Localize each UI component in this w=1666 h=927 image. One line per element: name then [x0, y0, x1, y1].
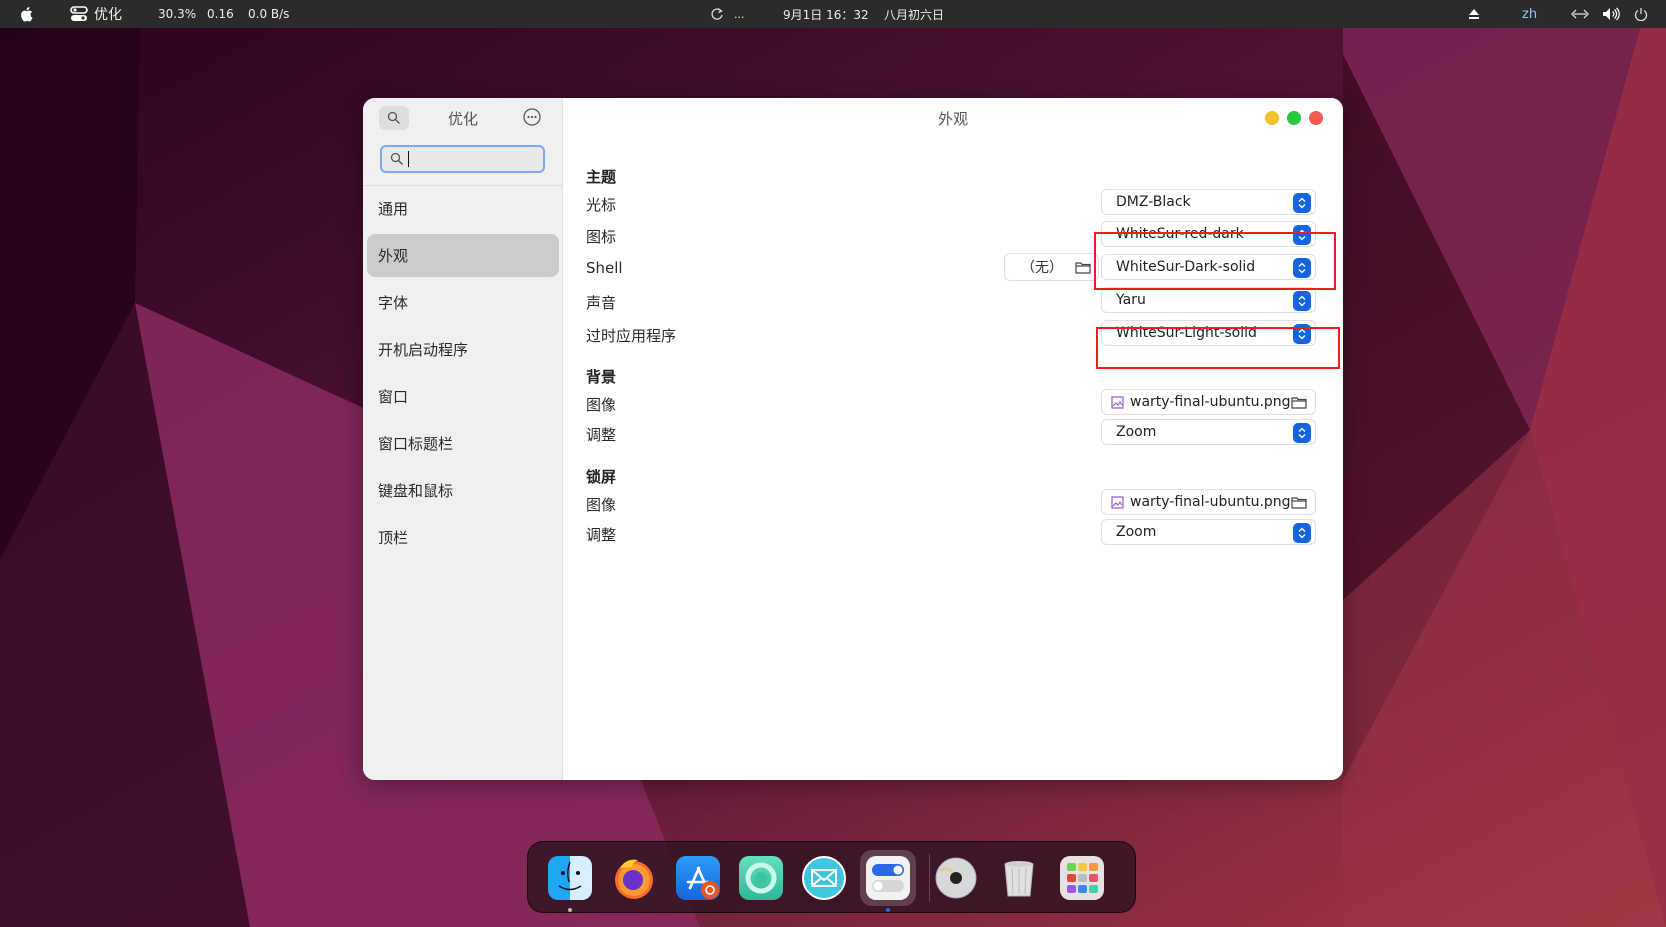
lockscreen-adjust-label: 调整 [586, 526, 617, 544]
dock-disc[interactable] [934, 856, 978, 900]
dock-trash[interactable] [997, 856, 1041, 900]
dock-finder[interactable] [548, 856, 592, 900]
folder-icon [1291, 496, 1307, 513]
search-input[interactable] [413, 151, 533, 167]
sidebar-item-startup-apps[interactable]: 开机启动程序 [367, 328, 559, 371]
load-average: 0.16 [207, 7, 234, 21]
top-bar: 优化 30.3% 0.16 0.0 B/s ... 9月1日 16：32 八月初… [0, 0, 1666, 28]
highlight-box-icons-shell [1094, 232, 1336, 290]
sound-theme-select[interactable]: Yaru [1101, 287, 1316, 313]
shell-label: Shell [586, 259, 623, 277]
sidebar-item-top-bar[interactable]: 顶栏 [367, 516, 559, 559]
sidebar-item-appearance[interactable]: 外观 [367, 234, 559, 277]
highlight-box-legacy [1096, 327, 1340, 369]
more-icon [523, 108, 541, 126]
sidebar-item-window-titlebars[interactable]: 窗口标题栏 [367, 422, 559, 465]
tweaks-menu[interactable]: 优化 [70, 0, 122, 28]
running-indicator [886, 908, 890, 912]
refresh-icon [711, 7, 723, 20]
background-adjust-label: 调整 [586, 426, 617, 444]
shell-file-chooser[interactable]: （无） [1004, 253, 1099, 281]
network-icon[interactable] [1571, 0, 1589, 28]
app-grid-icon [1067, 863, 1098, 893]
image-file-icon [1111, 395, 1124, 409]
input-method[interactable]: zh [1522, 0, 1537, 28]
cpu-usage: 30.3% [158, 7, 197, 21]
lockscreen-image-chooser[interactable]: warty-final-ubuntu.png [1101, 489, 1316, 515]
icons-label: 图标 [586, 228, 617, 246]
background-image-label: 图像 [586, 396, 617, 414]
page-title: 外观 [937, 110, 968, 128]
dock-tweaks[interactable] [866, 856, 910, 900]
maximize-button[interactable] [1287, 111, 1301, 125]
finder-icon [558, 861, 582, 891]
app-name: 优化 [94, 7, 122, 23]
chevron-updown-icon [1293, 523, 1311, 543]
mail-icon [811, 869, 837, 887]
tweaks-window: 优化 通用 外观 字体 开机启动程序 窗口 窗口标题栏 键盘和鼠标 顶栏 外观 [363, 98, 1343, 780]
trash-icon [1004, 861, 1034, 897]
apple-icon[interactable] [18, 0, 36, 28]
lifebuoy-icon [745, 862, 777, 894]
app-store-icon [686, 866, 719, 899]
disc-icon [935, 857, 977, 899]
chevron-updown-icon [1293, 291, 1311, 311]
text-cursor [408, 151, 409, 167]
firefox-icon [615, 859, 653, 899]
clock[interactable]: 9月1日 16：32 [783, 0, 869, 28]
image-file-icon [1111, 495, 1124, 509]
lockscreen-image-label: 图像 [586, 496, 617, 514]
cursor-theme-select[interactable]: DMZ-Black [1101, 189, 1316, 215]
sidebar: 优化 通用 外观 字体 开机启动程序 窗口 窗口标题栏 键盘和鼠标 顶栏 [363, 98, 563, 780]
dock-separator [929, 854, 930, 902]
eject-icon[interactable] [1468, 0, 1480, 28]
minimize-button[interactable] [1265, 111, 1279, 125]
sidebar-list: 通用 外观 字体 开机启动程序 窗口 窗口标题栏 键盘和鼠标 顶栏 [367, 187, 559, 563]
tweaks-icon [70, 6, 88, 21]
sidebar-item-keyboard-mouse[interactable]: 键盘和鼠标 [367, 469, 559, 512]
more-options-button[interactable] [522, 107, 542, 127]
sidebar-divider [363, 185, 563, 186]
running-indicator [568, 908, 572, 912]
dock [527, 841, 1136, 913]
sidebar-item-windows[interactable]: 窗口 [367, 375, 559, 418]
dock-mail[interactable] [802, 856, 846, 900]
sound-label: 声音 [586, 294, 617, 312]
window-controls [1265, 111, 1323, 125]
power-icon[interactable] [1634, 0, 1648, 28]
dock-firefox[interactable] [612, 856, 656, 900]
chevron-updown-icon [1293, 423, 1311, 443]
network-speed: 0.0 B/s [248, 7, 290, 21]
background-image-chooser[interactable]: warty-final-ubuntu.png [1101, 389, 1316, 415]
section-heading-background: 背景 [586, 368, 617, 386]
tweaks-icon [872, 864, 904, 892]
lunar-date: 八月初六日 [884, 7, 945, 22]
dock-launchpad[interactable] [1060, 856, 1104, 900]
close-button[interactable] [1309, 111, 1323, 125]
folder-icon [1075, 261, 1091, 278]
section-heading-theme: 主题 [586, 168, 617, 186]
refresh-indicator[interactable]: ... [710, 0, 745, 28]
section-heading-lockscreen: 锁屏 [586, 468, 617, 486]
background-adjust-select[interactable]: Zoom [1101, 419, 1316, 445]
dock-app-store[interactable] [676, 856, 720, 900]
lockscreen-adjust-select[interactable]: Zoom [1101, 519, 1316, 545]
sidebar-item-general[interactable]: 通用 [367, 187, 559, 230]
search-icon [390, 152, 403, 165]
legacy-apps-label: 过时应用程序 [586, 327, 677, 345]
folder-icon [1291, 396, 1307, 413]
cursor-label: 光标 [586, 196, 617, 214]
chevron-updown-icon [1293, 193, 1311, 213]
volume-icon[interactable] [1602, 0, 1620, 28]
sidebar-item-fonts[interactable]: 字体 [367, 281, 559, 324]
dock-help[interactable] [739, 856, 783, 900]
search-field[interactable] [380, 145, 545, 173]
main-panel: 外观 主题 光标 DMZ-Black 图标 WhiteSur-red-dark … [563, 98, 1343, 780]
